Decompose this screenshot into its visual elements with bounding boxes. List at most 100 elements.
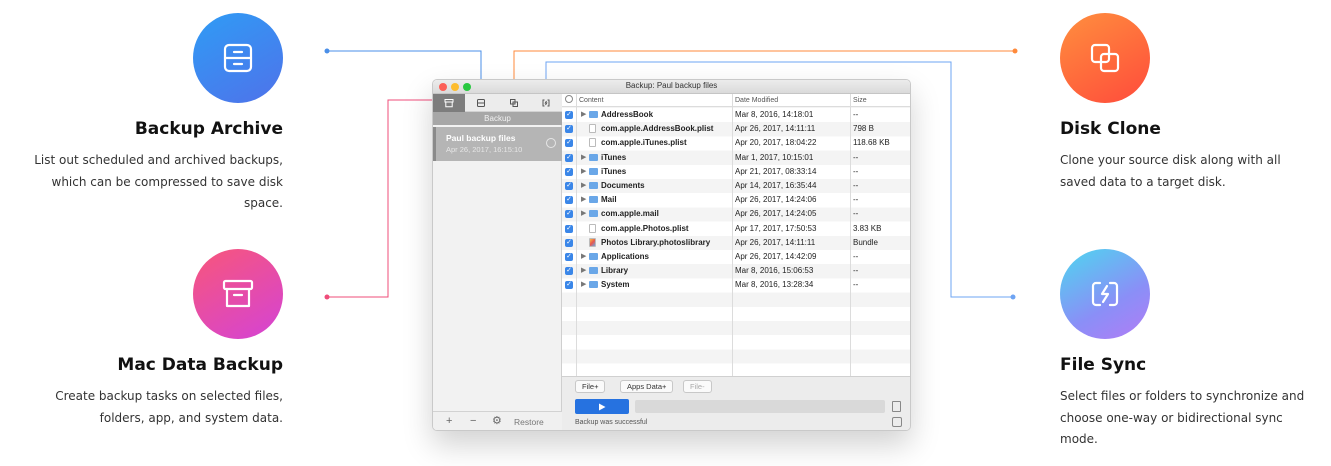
folder-icon bbox=[589, 210, 598, 218]
row-date: Apr 21, 2017, 08:33:14 bbox=[735, 166, 817, 176]
row-size: -- bbox=[853, 110, 859, 119]
row-size: -- bbox=[853, 252, 859, 261]
row-checkbox[interactable]: ✓ bbox=[565, 238, 573, 247]
window-titlebar: Backup: Paul backup files bbox=[433, 80, 910, 94]
table-row[interactable]: ✓ ▶ Library Mar 8, 2016, 15:06:53 -- bbox=[562, 264, 910, 278]
archive-box-icon bbox=[222, 279, 254, 308]
table-row[interactable]: ✓ ▶ iTunes Apr 21, 2017, 08:33:14 -- bbox=[562, 165, 910, 179]
expand-arrow-icon[interactable]: ▶ bbox=[581, 266, 586, 274]
column-date-modified[interactable]: Date Modified bbox=[735, 97, 778, 104]
table-row[interactable]: ✓ com.apple.iTunes.plist Apr 20, 2017, 18:… bbox=[562, 136, 910, 150]
table-row[interactable]: ✓ ▶ Mail Apr 26, 2017, 14:24:06 -- bbox=[562, 193, 910, 207]
status-text: Backup was successful bbox=[575, 419, 648, 426]
restore-button[interactable]: Restore bbox=[514, 417, 544, 427]
table-row[interactable]: ✓ ▶ System Mar 8, 2016, 13:28:34 -- bbox=[562, 278, 910, 292]
backup-archive-badge bbox=[193, 13, 283, 103]
history-icon[interactable] bbox=[892, 417, 902, 427]
expand-arrow-icon[interactable]: ▶ bbox=[581, 110, 586, 118]
remove-file-button[interactable]: File- bbox=[683, 380, 712, 393]
row-checkbox[interactable]: ✓ bbox=[565, 267, 573, 276]
window-title: Backup: Paul backup files bbox=[625, 81, 718, 90]
expand-arrow-icon[interactable]: ▶ bbox=[581, 153, 586, 161]
add-apps-data-button[interactable]: Apps Data+ bbox=[620, 380, 674, 393]
backup-archive-description: List out scheduled and archived backups,… bbox=[34, 153, 283, 210]
row-date: Mar 8, 2016, 13:28:34 bbox=[735, 280, 814, 290]
row-name: Library bbox=[601, 266, 629, 276]
row-name: Mail bbox=[601, 195, 617, 205]
row-checkbox[interactable]: ✓ bbox=[565, 125, 573, 134]
expand-arrow-icon[interactable]: ▶ bbox=[581, 209, 586, 217]
backup-task-item[interactable]: Paul backup files Apr 26, 2017, 16:15:10 bbox=[433, 127, 562, 161]
disk-clone-description: Clone your source disk along with all sa… bbox=[1060, 153, 1281, 189]
row-checkbox[interactable]: ✓ bbox=[565, 167, 573, 176]
row-date: Apr 14, 2017, 16:35:44 bbox=[735, 181, 817, 190]
table-row[interactable]: ✓ ▶ com.apple.mail Apr 26, 2017, 14:24:05 -- bbox=[562, 207, 910, 221]
table-row[interactable]: ✓ ▶ Documents Apr 14, 2017, 16:35:44 -- bbox=[562, 179, 910, 193]
row-name: Photos Library.photoslibrary bbox=[601, 237, 711, 247]
table-row[interactable]: ✓ com.apple.AddressBook.plist Apr 26, 2017… bbox=[562, 122, 910, 136]
row-size: 3.83 KB bbox=[853, 223, 882, 233]
row-size: -- bbox=[853, 195, 859, 205]
file-icon bbox=[589, 124, 596, 134]
select-all-toggle[interactable] bbox=[565, 95, 573, 103]
row-date: Apr 26, 2017, 14:24:06 bbox=[735, 195, 817, 205]
tab-archive[interactable] bbox=[465, 94, 497, 112]
expand-arrow-icon[interactable]: ▶ bbox=[581, 280, 586, 288]
row-checkbox[interactable]: ✓ bbox=[565, 111, 573, 119]
row-name: AddressBook bbox=[601, 110, 654, 119]
row-checkbox[interactable]: ✓ bbox=[565, 182, 573, 190]
start-backup-button[interactable] bbox=[575, 399, 629, 414]
sidebar: Backup Paul backup files Apr 26, 2017, 1… bbox=[433, 94, 562, 430]
row-name: Applications bbox=[601, 252, 650, 261]
clone-icon bbox=[1090, 43, 1120, 73]
expand-arrow-icon[interactable]: ▶ bbox=[581, 252, 586, 260]
row-checkbox[interactable]: ✓ bbox=[565, 224, 573, 233]
row-date: Apr 26, 2017, 14:11:11 bbox=[735, 237, 816, 247]
add-task-button[interactable]: + bbox=[446, 415, 452, 427]
row-size: 798 B bbox=[853, 124, 874, 134]
sidebar-tabs bbox=[433, 94, 562, 112]
table-row[interactable]: ✓ ▶ Applications Apr 26, 2017, 14:42:09 -- bbox=[562, 250, 910, 264]
expand-arrow-icon[interactable]: ▶ bbox=[581, 195, 586, 203]
expand-arrow-icon[interactable]: ▶ bbox=[581, 181, 586, 189]
disk-clone-badge bbox=[1060, 13, 1150, 103]
table-row[interactable]: ✓ com.apple.Photos.plist Apr 17, 2017, 17:… bbox=[562, 222, 910, 236]
row-name: iTunes bbox=[601, 166, 627, 176]
log-icon[interactable] bbox=[892, 401, 901, 412]
row-checkbox[interactable]: ✓ bbox=[565, 153, 573, 162]
archive-tray-icon bbox=[223, 43, 253, 73]
table-row[interactable]: ✓ ▶ iTunes Mar 1, 2017, 10:15:01 -- bbox=[562, 151, 910, 165]
tab-backup[interactable] bbox=[433, 94, 466, 112]
table-row[interactable]: ✓ Photos Library.photoslibrary Apr 26, 201… bbox=[562, 236, 910, 250]
row-name: com.apple.mail bbox=[601, 209, 659, 219]
row-checkbox[interactable]: ✓ bbox=[565, 196, 573, 205]
row-checkbox[interactable]: ✓ bbox=[565, 139, 573, 148]
sync-icon bbox=[1091, 281, 1119, 307]
folder-icon bbox=[589, 267, 598, 275]
row-checkbox[interactable]: ✓ bbox=[565, 210, 573, 219]
settings-gear-icon[interactable]: ⚙ bbox=[492, 414, 502, 427]
folder-icon bbox=[589, 167, 598, 175]
expand-arrow-icon[interactable]: ▶ bbox=[581, 167, 586, 175]
backup-app-window: Backup: Paul backup files Backup Paul ba… bbox=[432, 79, 911, 431]
column-content[interactable]: Content bbox=[579, 97, 604, 104]
row-checkbox[interactable]: ✓ bbox=[565, 253, 573, 261]
folder-icon bbox=[589, 281, 598, 289]
file-sync-title: File Sync bbox=[1060, 355, 1147, 375]
row-checkbox[interactable]: ✓ bbox=[565, 281, 573, 290]
column-size[interactable]: Size bbox=[853, 97, 867, 104]
add-file-button[interactable]: File+ bbox=[575, 380, 606, 393]
file-icon bbox=[589, 138, 596, 148]
row-name: com.apple.AddressBook.plist bbox=[601, 124, 714, 134]
backup-task-name: Paul backup files bbox=[446, 133, 516, 143]
tab-sync[interactable] bbox=[530, 94, 562, 112]
tab-clone[interactable] bbox=[498, 94, 530, 112]
row-name: com.apple.iTunes.plist bbox=[601, 138, 687, 148]
table-row[interactable]: ✓ ▶ AddressBook Mar 8, 2016, 14:18:01 -- bbox=[562, 108, 910, 122]
archive-box-icon bbox=[444, 99, 454, 108]
folder-icon bbox=[589, 111, 598, 118]
mac-data-backup-description: Create backup tasks on selected files, f… bbox=[55, 389, 283, 425]
remove-task-button[interactable]: − bbox=[470, 415, 476, 427]
row-date: Apr 20, 2017, 18:04:22 bbox=[735, 138, 817, 148]
row-date: Mar 8, 2016, 15:06:53 bbox=[735, 266, 814, 276]
